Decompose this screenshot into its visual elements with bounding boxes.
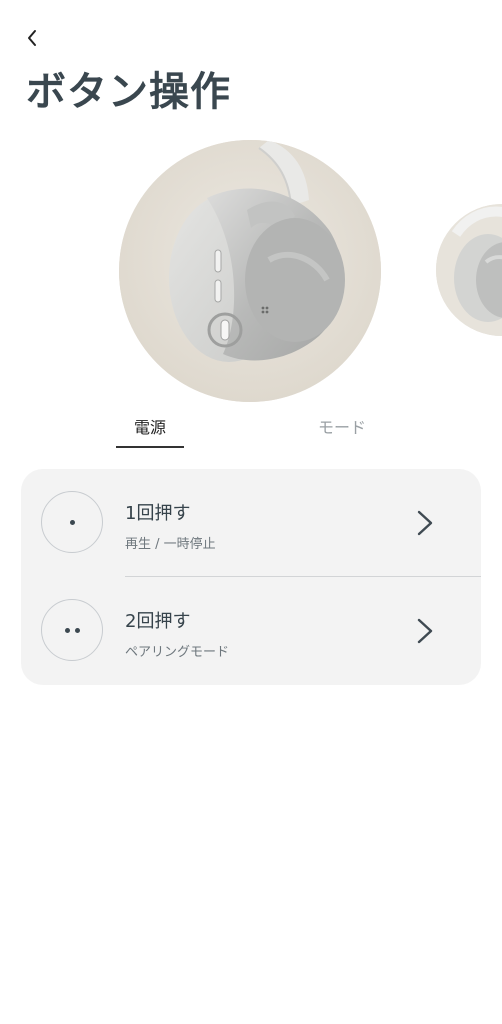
headphone-image-next[interactable] xyxy=(436,204,502,336)
button-action-card: 1回押す 再生 / 一時停止 2回押す ペアリングモード xyxy=(21,469,481,685)
chevron-left-icon xyxy=(28,30,36,46)
headphone-carousel[interactable] xyxy=(0,138,502,404)
row-title: 1回押す xyxy=(125,503,191,524)
tab-mode[interactable]: モード xyxy=(306,414,378,438)
list-item-double-press[interactable]: 2回押す ペアリングモード xyxy=(21,577,481,685)
back-button[interactable] xyxy=(18,24,46,52)
row-subtitle: 再生 / 一時停止 xyxy=(125,537,216,552)
list-item-single-press[interactable]: 1回押す 再生 / 一時停止 xyxy=(21,469,481,577)
chevron-right-icon xyxy=(417,510,433,536)
double-dot-icon xyxy=(41,599,103,661)
tab-power[interactable]: 電源 xyxy=(116,414,184,438)
row-subtitle: ペアリングモード xyxy=(125,645,230,660)
row-title: 2回押す xyxy=(125,611,191,632)
headphone-image xyxy=(119,140,381,402)
chevron-right-icon xyxy=(417,618,433,644)
tab-selected-indicator xyxy=(116,446,184,448)
tab-bar: 電源 モード xyxy=(0,404,502,452)
page-title: ボタン操作 xyxy=(26,69,231,115)
single-dot-icon xyxy=(41,491,103,553)
